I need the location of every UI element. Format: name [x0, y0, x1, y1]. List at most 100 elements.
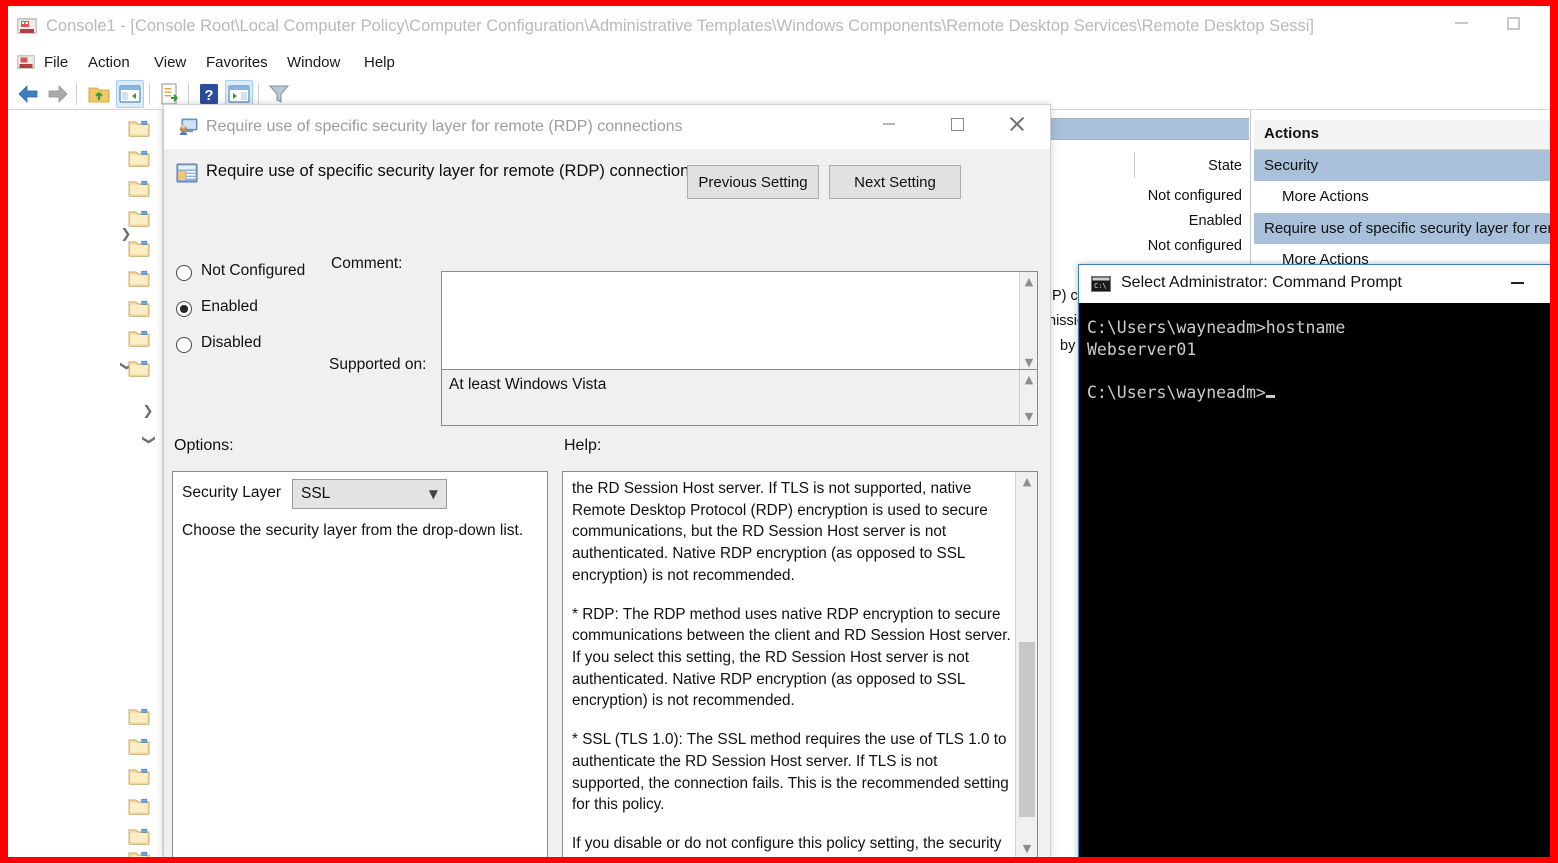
show-hide-action-pane-icon[interactable] [227, 82, 251, 106]
folder-icon [128, 269, 150, 287]
tree-node[interactable] [8, 174, 163, 204]
action-group-policy[interactable]: Require use of specific security layer f… [1254, 213, 1550, 244]
tree-node[interactable] [8, 845, 163, 857]
tree-node[interactable] [8, 702, 163, 732]
cmd-line: Webserver01 [1087, 339, 1197, 359]
close-icon [1008, 115, 1026, 133]
scroll-up-icon[interactable]: ▲ [1016, 472, 1038, 490]
column-header-state[interactable]: State [1208, 158, 1242, 174]
action-group-security[interactable]: Security [1254, 150, 1550, 181]
actions-pane-title: Actions [1264, 125, 1320, 142]
scroll-down-icon[interactable]: ▼ [1016, 839, 1038, 857]
tree-node[interactable] [8, 234, 163, 264]
folder-icon [128, 707, 150, 725]
folder-icon [128, 179, 150, 197]
state-cell: Not configured [1147, 188, 1242, 204]
tree-node[interactable] [8, 144, 163, 174]
dialog-body: Require use of specific security layer f… [164, 149, 1050, 857]
toolbar-separator-1 [76, 83, 77, 105]
back-icon[interactable] [16, 82, 40, 106]
supported-on-scrollbar[interactable]: ▲ ▼ [1019, 370, 1037, 425]
cmd-titlebar: C:\ Select Administrator: Command Prompt [1079, 265, 1550, 303]
help-icon[interactable]: ? [197, 82, 221, 106]
scrollbar-thumb[interactable] [1019, 642, 1035, 817]
folder-icon [128, 767, 150, 785]
dialog-minimize-button[interactable] [866, 105, 912, 143]
action-more-actions-security[interactable]: More Actions [1254, 181, 1550, 212]
folder-icon [128, 119, 150, 137]
minimize-icon [883, 123, 895, 125]
window-minimize-button[interactable] [1438, 6, 1484, 40]
menu-item-file[interactable]: File [40, 52, 72, 74]
menu-item-view[interactable]: View [150, 52, 190, 74]
folder-icon [128, 149, 150, 167]
menu-item-window[interactable]: Window [283, 52, 344, 74]
up-folder-icon[interactable] [87, 82, 111, 106]
folder-icon [128, 299, 150, 317]
tree-node[interactable] [8, 762, 163, 792]
navigation-tree-pane[interactable]: ❯ ❯ ❯ ❯ [8, 110, 163, 857]
folder-icon [128, 850, 150, 857]
policy-setting-dialog: Require use of specific security layer f… [163, 104, 1051, 857]
chevron-down-icon[interactable]: ❯ [141, 433, 156, 447]
scroll-up-icon[interactable]: ▲ [1020, 272, 1038, 290]
radio-label: Not Configured [201, 262, 306, 279]
chevron-right-icon[interactable]: ❯ [141, 405, 155, 419]
menu-item-favorites[interactable]: Favorites [202, 52, 272, 74]
tree-node[interactable] [8, 732, 163, 762]
help-paragraph: * SSL (TLS 1.0): The SSL method requires… [572, 731, 1009, 814]
actions-pane-header: Actions [1254, 120, 1550, 150]
supported-on-textbox: At least Windows Vista ▲ ▼ [441, 369, 1038, 426]
forward-icon[interactable] [46, 82, 70, 106]
tree-node[interactable] [8, 792, 163, 822]
comment-label: Comment: [331, 255, 403, 272]
tree-node[interactable] [8, 294, 163, 324]
tree-node-expanded[interactable]: ❯ [8, 428, 163, 458]
chevron-down-icon: ▼ [428, 487, 438, 501]
dialog-titlebar: Require use of specific security layer f… [164, 105, 1050, 149]
state-cell: Not configured [1147, 238, 1242, 254]
command-prompt-icon: C:\ [1091, 276, 1111, 292]
maximize-icon [1506, 16, 1520, 30]
dialog-close-button[interactable] [994, 105, 1040, 143]
comment-scrollbar[interactable]: ▲ ▼ [1019, 272, 1037, 371]
radio-icon [176, 337, 192, 353]
previous-setting-button[interactable]: Previous Setting [687, 165, 819, 199]
show-hide-tree-icon[interactable] [118, 82, 142, 106]
radio-label: Disabled [201, 334, 262, 351]
export-list-icon[interactable] [158, 82, 182, 106]
cmd-line: C:\Users\wayneadm> [1087, 383, 1266, 403]
folder-icon [128, 737, 150, 755]
policy-setting-icon [179, 118, 198, 135]
next-setting-button[interactable]: Next Setting [829, 165, 961, 199]
scroll-up-icon[interactable]: ▲ [1020, 370, 1038, 388]
options-panel: Security Layer SSL ▼ Choose the security… [172, 471, 548, 857]
menu-bar: File Action View Favorites Window Help [8, 48, 1550, 78]
menu-item-help[interactable]: Help [360, 52, 399, 74]
folder-icon [128, 797, 150, 815]
maximize-icon [950, 117, 964, 131]
cmd-minimize-button[interactable] [1495, 265, 1539, 301]
tree-node[interactable] [8, 324, 163, 354]
cmd-cursor [1265, 395, 1275, 399]
security-layer-dropdown[interactable]: SSL ▼ [292, 479, 447, 509]
dialog-maximize-button[interactable] [934, 105, 980, 143]
toolbar-separator-4 [258, 83, 259, 105]
tree-node[interactable] [8, 264, 163, 294]
menu-item-action[interactable]: Action [84, 52, 134, 74]
help-scrollbar[interactable]: ▲ ▼ [1015, 472, 1037, 857]
cmd-console-output[interactable]: C:\Users\wayneadm>hostname Webserver01 C… [1079, 303, 1550, 857]
dialog-heading: Require use of specific security layer f… [206, 162, 698, 180]
scroll-down-icon[interactable]: ▼ [1020, 407, 1038, 425]
window-maximize-button[interactable] [1490, 6, 1536, 40]
comment-textbox[interactable]: ▲ ▼ [441, 271, 1038, 372]
options-label: Options: [174, 437, 234, 454]
window-title: Console1 - [Console Root\Local Computer … [46, 17, 1315, 35]
tree-node-expandable[interactable]: ❯ [8, 400, 163, 430]
tree-node-expanded[interactable]: ❯ [8, 354, 163, 384]
cmd-title: Select Administrator: Command Prompt [1121, 274, 1402, 291]
filter-icon[interactable] [267, 82, 291, 106]
tree-node[interactable] [8, 114, 163, 144]
radio-icon-selected [176, 301, 192, 317]
minimize-icon [1454, 22, 1468, 24]
